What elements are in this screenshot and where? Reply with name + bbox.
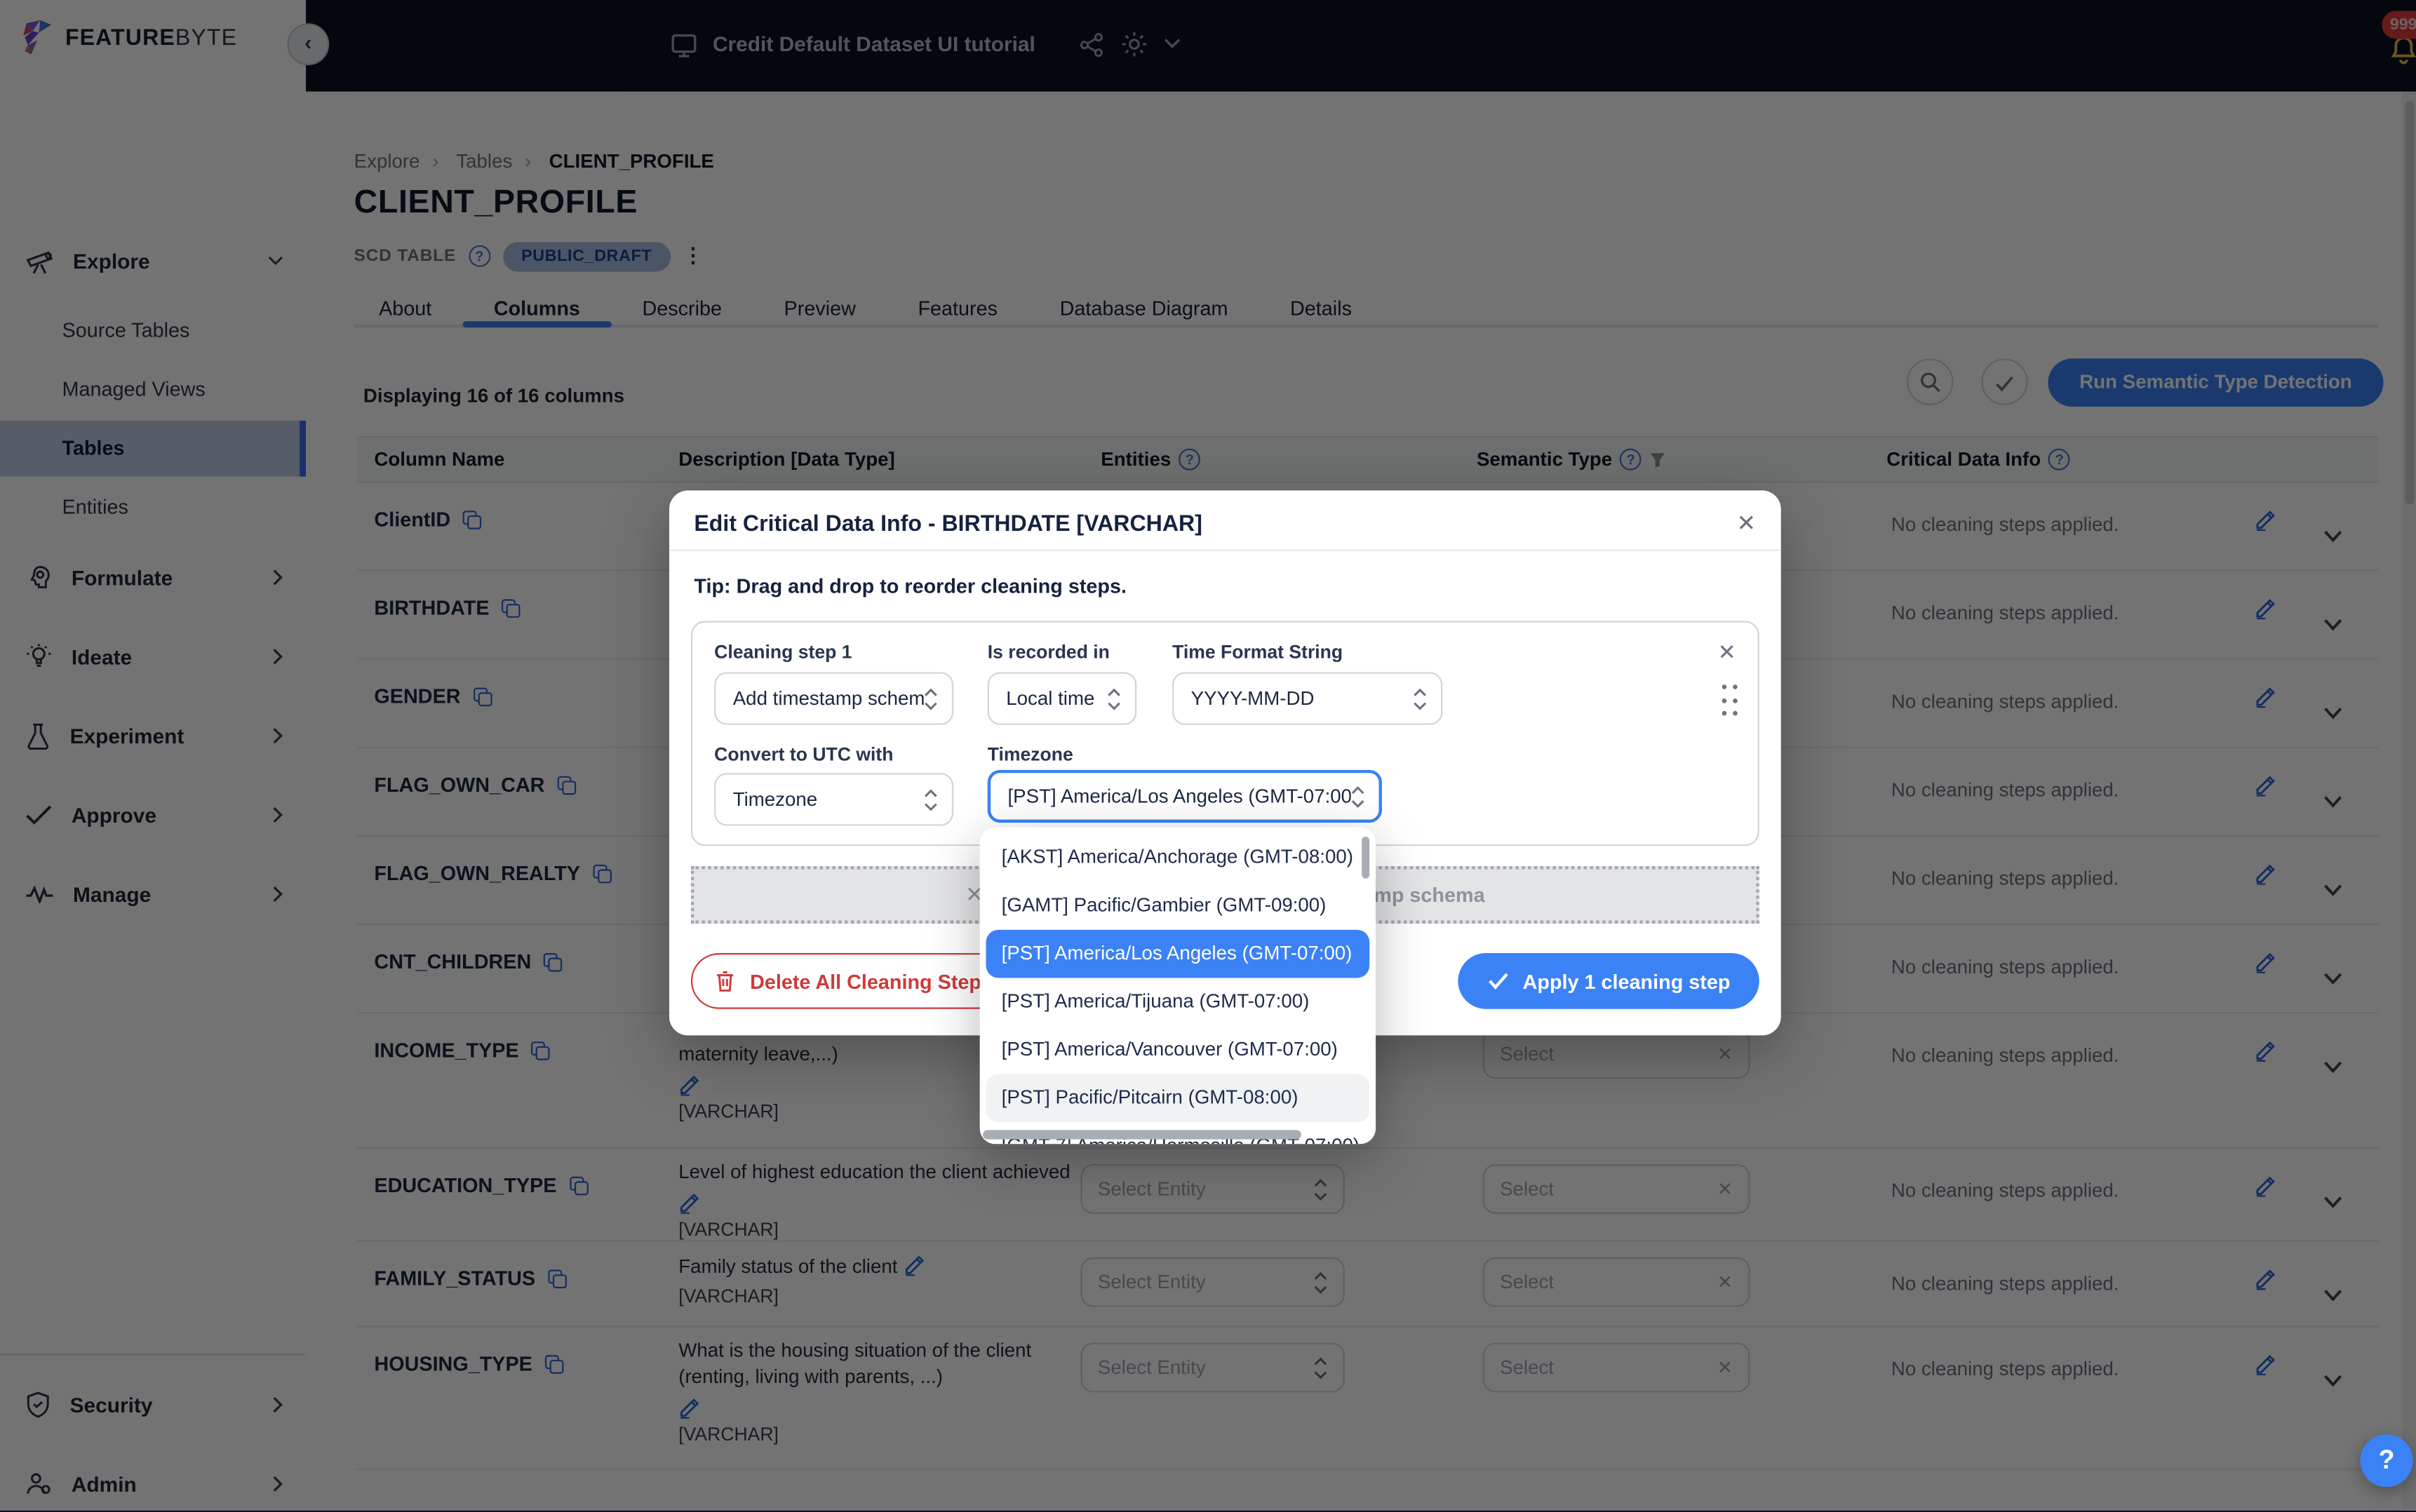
modal-tip: Tip: Drag and drop to reorder cleaning s… [694, 574, 1127, 598]
time-format-label: Time Format String [1172, 641, 1343, 663]
select-chevrons-icon [1107, 687, 1121, 710]
time-format-select[interactable]: YYYY-MM-DD [1172, 672, 1442, 724]
check-icon [1487, 972, 1509, 991]
app-viewport: FEATUREBYTE ExploreSource TablesManaged … [0, 0, 2416, 1511]
dropdown-vertical-scrollbar-thumb[interactable] [1362, 837, 1369, 879]
convert-to-utc-label: Convert to UTC with [714, 743, 893, 765]
convert-to-utc-select[interactable]: Timezone [714, 773, 953, 825]
remove-cleaning-step-icon[interactable]: ✕ [1718, 640, 1736, 666]
trash-icon [714, 969, 736, 992]
timezone-option[interactable]: [PST] America/Vancouver (GMT-07:00) [986, 1026, 1370, 1074]
drag-handle-icon[interactable] [1722, 684, 1739, 719]
select-chevrons-icon [924, 788, 938, 811]
recorded-in-label: Is recorded in [988, 641, 1110, 663]
dropdown-horizontal-scrollbar-thumb[interactable] [983, 1130, 1301, 1139]
timezone-dropdown-list: [AKST] America/Anchorage (GMT-08:00)[GAM… [980, 828, 1376, 1145]
timezone-option[interactable]: [AKST] America/Anchorage (GMT-08:00) [986, 834, 1370, 882]
select-chevrons-icon [1351, 785, 1365, 808]
select-chevrons-icon [924, 687, 938, 710]
select-chevrons-icon [1413, 687, 1427, 710]
recorded-in-select[interactable]: Local time [988, 672, 1136, 724]
timezone-label: Timezone [988, 743, 1073, 765]
cleaning-step-card: Cleaning step 1 Add timestamp schema Is … [691, 621, 1759, 846]
modal-title: Edit Critical Data Info - BIRTHDATE [VAR… [694, 512, 1202, 536]
help-button[interactable]: ? [2360, 1434, 2412, 1487]
modal-divider [669, 550, 1781, 551]
timezone-select[interactable]: [PST] America/Los Angeles (GMT-07:00) [988, 770, 1382, 823]
timezone-option[interactable]: [PST] America/Tijuana (GMT-07:00) [986, 978, 1370, 1026]
timezone-option[interactable]: [PST] America/Los Angeles (GMT-07:00) [986, 930, 1370, 978]
cleaning-step-select[interactable]: Add timestamp schema [714, 672, 953, 724]
cleaning-step-label: Cleaning step 1 [714, 641, 852, 663]
timezone-option[interactable]: [GAMT] Pacific/Gambier (GMT-09:00) [986, 882, 1370, 930]
timezone-option[interactable]: [PST] Pacific/Pitcairn (GMT-08:00) [986, 1074, 1370, 1123]
apply-cleaning-step-button[interactable]: Apply 1 cleaning step [1458, 953, 1759, 1009]
modal-close-icon[interactable]: ✕ [1737, 509, 1757, 537]
